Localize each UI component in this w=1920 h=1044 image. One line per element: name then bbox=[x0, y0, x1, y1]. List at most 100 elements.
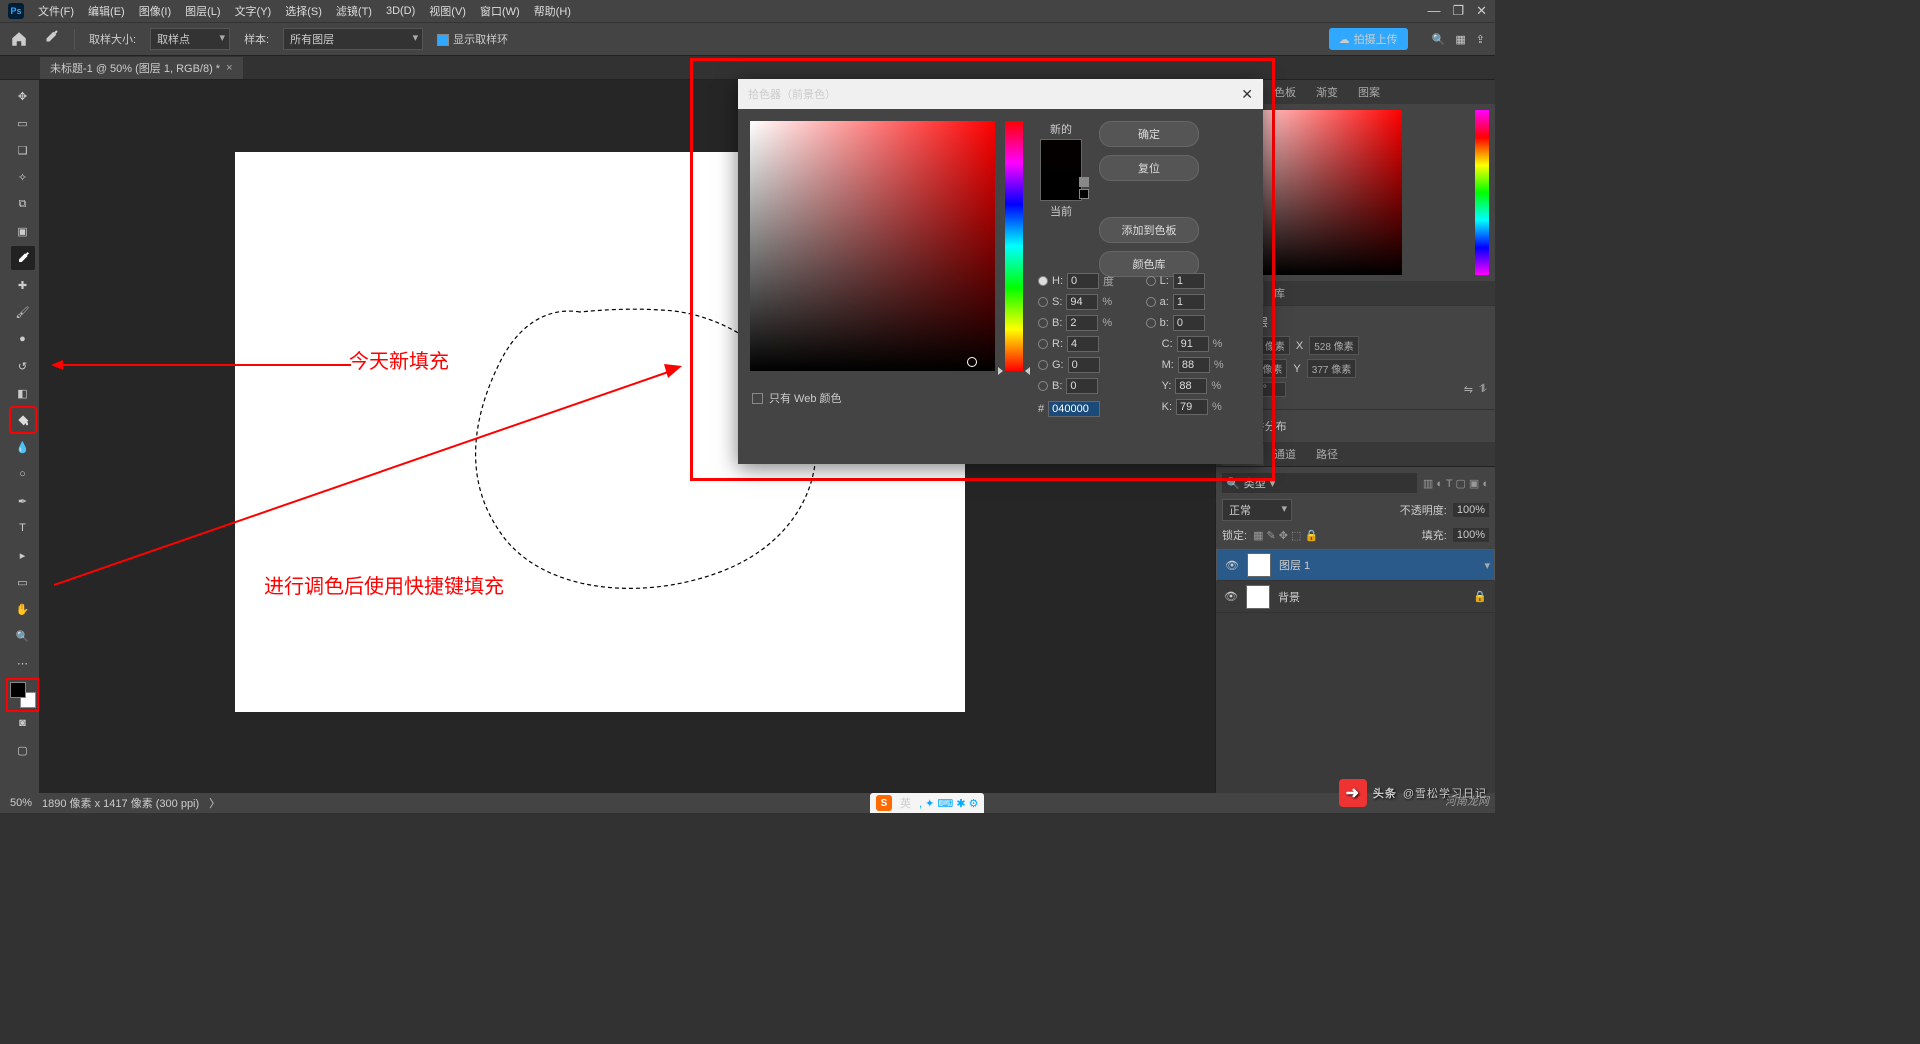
radio-g[interactable] bbox=[1038, 360, 1048, 370]
path-select-tool[interactable]: ▸ bbox=[11, 543, 35, 567]
foreground-swatch[interactable] bbox=[10, 682, 26, 698]
stamp-tool[interactable]: ● bbox=[11, 327, 35, 351]
color-picker-dialog[interactable]: 拾色器（前景色） ✕ 新的 当前 确定 复位 添加到色板 颜色库 bbox=[738, 79, 1263, 464]
radio-b[interactable] bbox=[1038, 318, 1048, 328]
prop-y[interactable]: 377 像素 bbox=[1307, 359, 1356, 378]
sogou-icon[interactable]: S bbox=[876, 795, 892, 811]
r-input[interactable] bbox=[1067, 336, 1099, 352]
dodge-tool[interactable]: ○ bbox=[11, 462, 35, 486]
hue-pointer[interactable] bbox=[1000, 367, 1028, 373]
layer-item[interactable]: 👁 背景 🔒 bbox=[1216, 581, 1495, 613]
l-input[interactable] bbox=[1173, 273, 1205, 289]
hue-slider[interactable] bbox=[1005, 121, 1023, 371]
share-icon[interactable]: ⇪ bbox=[1476, 33, 1485, 46]
menu-edit[interactable]: 编辑(E) bbox=[88, 3, 125, 19]
ime-bar[interactable]: S 英 , ✦ ⌨ ✱ ⚙ bbox=[870, 793, 984, 813]
flip-h-icon[interactable]: ⇋ bbox=[1464, 383, 1473, 396]
visibility-icon[interactable]: 👁 bbox=[1224, 590, 1238, 603]
crop-tool[interactable]: ⧉ bbox=[11, 192, 35, 216]
pen-tool[interactable]: ✒ bbox=[11, 489, 35, 513]
layer-filter-icons[interactable]: ▥ ◐ T ▢ ▣ ◐ bbox=[1423, 477, 1489, 490]
move-tool[interactable]: ✥ bbox=[11, 84, 35, 108]
y-input[interactable] bbox=[1175, 378, 1207, 394]
tab-pattern[interactable]: 图案 bbox=[1348, 80, 1390, 104]
blend-mode[interactable]: 正常 bbox=[1222, 499, 1292, 521]
menu-3d[interactable]: 3D(D) bbox=[386, 5, 415, 17]
paint-bucket-tool[interactable] bbox=[11, 408, 35, 432]
zoom-value[interactable]: 50% bbox=[10, 797, 32, 809]
opacity-value[interactable]: 100% bbox=[1453, 503, 1489, 517]
frame-tool[interactable]: ▣ bbox=[11, 219, 35, 243]
workspace-icon[interactable]: ▦ bbox=[1455, 33, 1465, 46]
hex-input[interactable] bbox=[1048, 401, 1100, 417]
radio-s[interactable] bbox=[1038, 297, 1048, 307]
fill-value[interactable]: 100% bbox=[1453, 528, 1489, 542]
sb-cursor[interactable] bbox=[967, 357, 977, 367]
layer-item[interactable]: 👁 图层 1 bbox=[1216, 549, 1495, 581]
flip-v-icon[interactable]: ⥮ bbox=[1479, 383, 1487, 396]
ime-lang[interactable]: 英 bbox=[900, 795, 911, 811]
tab-paths[interactable]: 路径 bbox=[1306, 442, 1348, 466]
menu-layer[interactable]: 图层(L) bbox=[185, 3, 220, 19]
eyedropper-icon[interactable] bbox=[42, 28, 60, 51]
menu-help[interactable]: 帮助(H) bbox=[534, 3, 571, 19]
menu-image[interactable]: 图像(I) bbox=[139, 3, 171, 19]
c-input[interactable] bbox=[1177, 336, 1209, 352]
document-tab[interactable]: 未标题-1 @ 50% (图层 1, RGB/8) * × bbox=[40, 57, 243, 79]
radio-lb[interactable] bbox=[1146, 318, 1156, 328]
healing-tool[interactable]: ✚ bbox=[11, 273, 35, 297]
type-tool[interactable]: T bbox=[11, 516, 35, 540]
radio-l[interactable] bbox=[1146, 276, 1156, 286]
more-tools[interactable]: ⋯ bbox=[11, 651, 35, 675]
doc-info[interactable]: 1890 像素 x 1417 像素 (300 ppi) bbox=[42, 795, 199, 811]
quickmask-tool[interactable]: ◙ bbox=[11, 711, 35, 735]
lock-icons[interactable]: ▦ ✎ ✥ ⬚ 🔒 bbox=[1253, 529, 1318, 542]
marquee-tool[interactable]: ▭ bbox=[11, 111, 35, 135]
checkbox-icon[interactable] bbox=[752, 393, 763, 404]
show-ring-checkbox[interactable]: 显示取样环 bbox=[437, 31, 508, 47]
menu-window[interactable]: 窗口(W) bbox=[480, 3, 520, 19]
lb-input[interactable] bbox=[1173, 315, 1205, 331]
hand-tool[interactable]: ✋ bbox=[11, 597, 35, 621]
layer-name[interactable]: 背景 bbox=[1278, 589, 1300, 605]
radio-h[interactable] bbox=[1038, 276, 1048, 286]
menu-type[interactable]: 文字(Y) bbox=[235, 3, 272, 19]
reset-button[interactable]: 复位 bbox=[1099, 155, 1199, 181]
menu-filter[interactable]: 滤镜(T) bbox=[336, 3, 372, 19]
dialog-titlebar[interactable]: 拾色器（前景色） ✕ bbox=[738, 79, 1263, 109]
blur-tool[interactable]: 💧 bbox=[11, 435, 35, 459]
k-input[interactable] bbox=[1176, 399, 1208, 415]
maximize-button[interactable]: ❐ bbox=[1452, 3, 1464, 19]
radio-bb[interactable] bbox=[1038, 381, 1048, 391]
eyedropper-tool[interactable] bbox=[11, 246, 35, 270]
visibility-icon[interactable]: 👁 bbox=[1225, 559, 1239, 572]
menu-select[interactable]: 选择(S) bbox=[285, 3, 322, 19]
layer-name[interactable]: 图层 1 bbox=[1279, 557, 1310, 573]
eraser-tool[interactable]: ◧ bbox=[11, 381, 35, 405]
sample-size-select[interactable]: 取样点 bbox=[150, 28, 230, 50]
lasso-tool[interactable]: ❑ bbox=[11, 138, 35, 162]
websafe-warning-icon[interactable] bbox=[1079, 189, 1089, 199]
zoom-tool[interactable]: 🔍 bbox=[11, 624, 35, 648]
m-input[interactable] bbox=[1178, 357, 1210, 373]
radio-r[interactable] bbox=[1038, 339, 1048, 349]
close-button[interactable]: ✕ bbox=[1476, 3, 1487, 19]
h-input[interactable] bbox=[1067, 273, 1099, 289]
menu-view[interactable]: 视图(V) bbox=[429, 3, 466, 19]
color-panel-hue[interactable] bbox=[1475, 110, 1489, 275]
search-icon[interactable]: 🔍 bbox=[1432, 33, 1446, 46]
brush-tool[interactable]: 🖌 bbox=[11, 300, 35, 324]
status-arrow[interactable]: 〉 bbox=[209, 795, 220, 811]
dialog-close-button[interactable]: ✕ bbox=[1241, 86, 1253, 103]
history-brush-tool[interactable]: ↺ bbox=[11, 354, 35, 378]
cloud-upload-button[interactable]: ☁拍摄上传 bbox=[1329, 28, 1408, 50]
add-swatch-button[interactable]: 添加到色板 bbox=[1099, 217, 1199, 243]
tab-gradient[interactable]: 渐变 bbox=[1306, 80, 1348, 104]
minimize-button[interactable]: — bbox=[1427, 3, 1440, 19]
home-icon[interactable] bbox=[10, 30, 28, 48]
a-input[interactable] bbox=[1173, 294, 1205, 310]
document-tab-close[interactable]: × bbox=[226, 62, 232, 74]
saturation-brightness-field[interactable] bbox=[750, 121, 995, 371]
web-only-checkbox[interactable]: 只有 Web 颜色 bbox=[752, 390, 842, 406]
b-input[interactable] bbox=[1066, 315, 1098, 331]
